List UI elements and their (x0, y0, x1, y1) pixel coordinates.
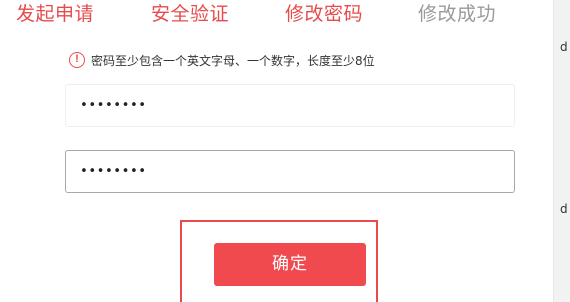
exclamation-circle-icon: ! (69, 52, 85, 68)
step-submit-application: 发起申请 (16, 3, 95, 25)
step-change-success: 修改成功 (418, 3, 497, 25)
new-password-input[interactable]: •••••••• (65, 84, 515, 127)
right-edge-panel: d d (553, 0, 570, 302)
confirm-button[interactable]: 确定 (214, 243, 366, 286)
step-security-verification: 安全验证 (151, 3, 230, 25)
password-requirement-hint: ! 密码至少包含一个英文字母、一个数字，长度至少8位 (69, 50, 375, 70)
hint-text: 密码至少包含一个英文字母、一个数字，长度至少8位 (91, 53, 375, 68)
reset-password-panel: 发起申请 安全验证 修改密码 修改成功 ! 密码至少包含一个英文字母、一个数字，… (0, 0, 570, 302)
confirm-password-value: •••••••• (80, 164, 147, 179)
step-change-password: 修改密码 (285, 3, 364, 25)
edge-text-1: d (560, 40, 568, 54)
confirm-password-input[interactable]: •••••••• (65, 150, 515, 193)
new-password-value: •••••••• (80, 98, 147, 113)
edge-text-2: d (560, 202, 568, 216)
progress-steps: 发起申请 安全验证 修改密码 修改成功 (0, 0, 570, 32)
